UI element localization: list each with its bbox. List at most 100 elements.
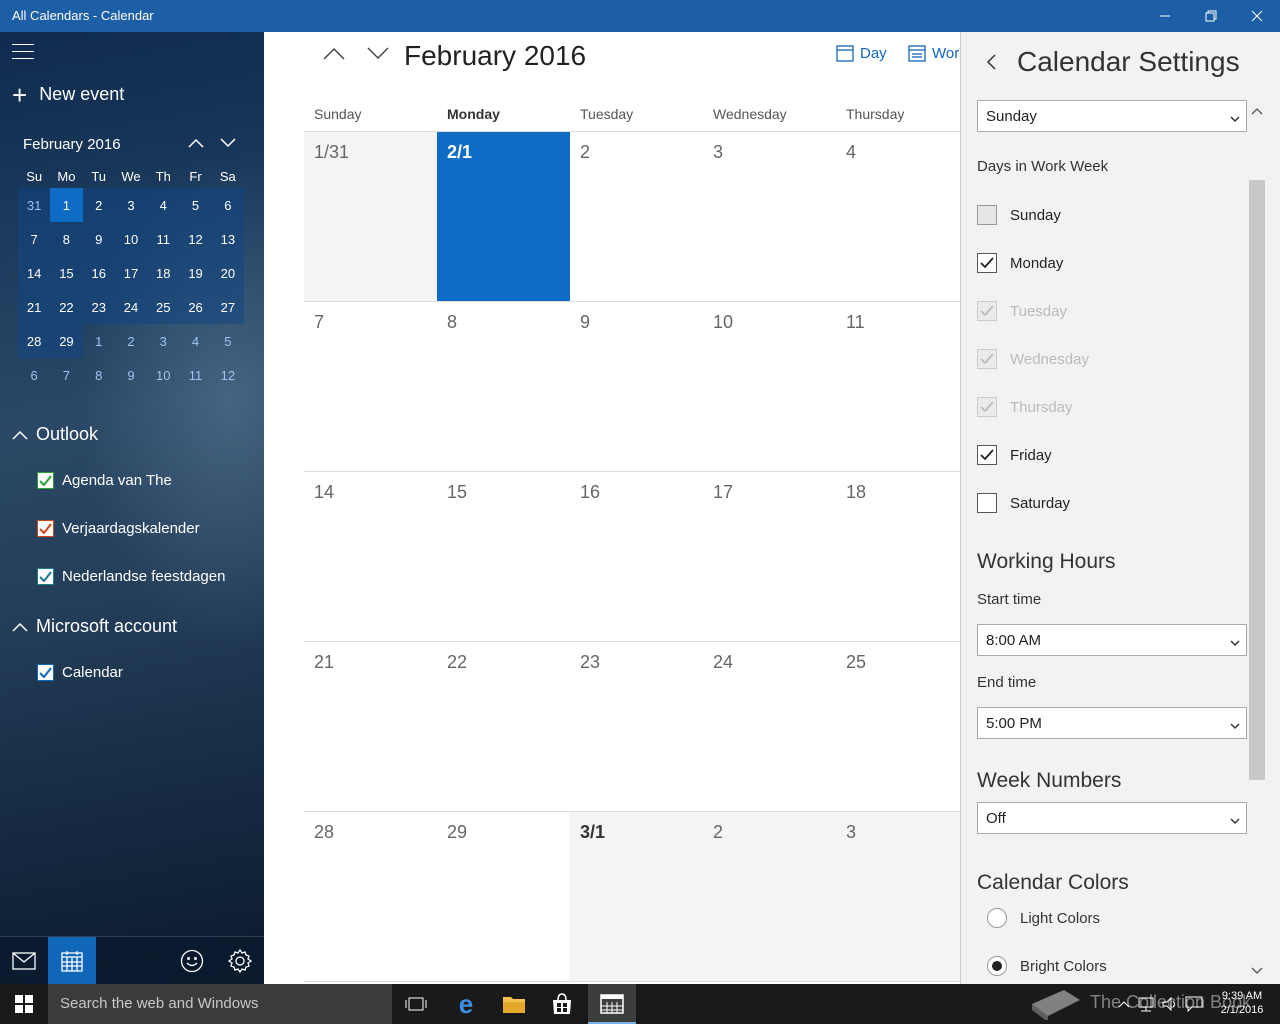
bright-colors-radio[interactable]: Bright Colors [987, 956, 1107, 976]
calendar-day-cell[interactable]: 15 [437, 472, 570, 641]
calendar-day-cell[interactable]: 7 [304, 302, 437, 471]
workday-checkbox-friday[interactable]: Friday [977, 445, 1052, 465]
mini-calendar-day[interactable]: 13 [211, 222, 244, 256]
mini-calendar-day[interactable]: 4 [147, 188, 180, 222]
mini-calendar-day[interactable]: 9 [115, 358, 147, 392]
mini-calendar-day[interactable]: 3 [114, 188, 148, 222]
calendar-item[interactable]: Calendar [37, 664, 123, 681]
mini-calendar-day[interactable]: 25 [147, 290, 180, 324]
edge-browser-button[interactable]: e [442, 984, 490, 1024]
calendar-day-cell[interactable]: 28 [304, 812, 437, 981]
close-button[interactable] [1234, 0, 1280, 32]
calendar-checkbox[interactable] [37, 520, 54, 537]
mini-calendar-day[interactable]: 8 [83, 358, 115, 392]
calendar-day-cell[interactable]: 16 [570, 472, 703, 641]
mail-button[interactable] [0, 937, 48, 984]
calendar-day-cell[interactable]: 18 [836, 472, 960, 641]
mini-calendar-day[interactable]: 15 [50, 256, 83, 290]
calendar-app-button[interactable] [48, 937, 96, 984]
next-month-button[interactable] [366, 44, 390, 67]
calendar-item[interactable]: Nederlandse feestdagen [37, 568, 225, 585]
calendar-day-cell[interactable]: 14 [304, 472, 437, 641]
calendar-day-cell[interactable]: 10 [703, 302, 836, 471]
calendar-day-cell[interactable]: 2/1 [437, 132, 570, 301]
mini-calendar-day[interactable]: 5 [179, 188, 212, 222]
mini-calendar-day[interactable]: 11 [147, 222, 180, 256]
mini-calendar-day[interactable]: 28 [18, 324, 51, 358]
mini-calendar-day[interactable]: 20 [211, 256, 244, 290]
calendar-day-cell[interactable]: 2 [703, 812, 836, 981]
mini-calendar-day[interactable]: 5 [212, 324, 244, 358]
mini-calendar-next-button[interactable] [219, 136, 237, 154]
week-numbers-select[interactable]: Off [977, 802, 1247, 834]
mini-calendar-day[interactable]: 16 [82, 256, 115, 290]
feedback-button[interactable] [168, 937, 216, 984]
mini-calendar-day[interactable]: 6 [18, 358, 50, 392]
mini-calendar-prev-button[interactable] [187, 136, 205, 154]
mini-calendar-day[interactable]: 3 [147, 324, 179, 358]
day-view-button[interactable]: Day [836, 44, 887, 62]
mini-calendar-day[interactable]: 4 [179, 324, 211, 358]
calendar-day-cell[interactable]: 3 [836, 812, 960, 981]
workday-checkbox-monday[interactable]: Monday [977, 253, 1063, 273]
calendar-day-cell[interactable]: 17 [703, 472, 836, 641]
mini-calendar-day[interactable]: 10 [147, 358, 179, 392]
hamburger-menu-icon[interactable] [12, 44, 34, 60]
mini-calendar-day[interactable]: 1 [83, 324, 115, 358]
mini-calendar-day[interactable]: 14 [18, 256, 51, 290]
mini-calendar-day[interactable]: 22 [50, 290, 83, 324]
store-button[interactable] [538, 984, 586, 1024]
calendar-day-cell[interactable]: 21 [304, 642, 437, 811]
mini-calendar-day[interactable]: 11 [179, 358, 211, 392]
mini-calendar-day[interactable]: 18 [147, 256, 180, 290]
scroll-down-button[interactable] [1251, 962, 1263, 980]
settings-button[interactable] [216, 937, 264, 984]
end-time-select[interactable]: 5:00 PM [977, 707, 1247, 739]
mini-calendar-day[interactable]: 7 [50, 358, 82, 392]
calendar-checkbox[interactable] [37, 664, 54, 681]
calendar-day-cell[interactable]: 2 [570, 132, 703, 301]
minimize-button[interactable] [1142, 0, 1188, 32]
calendar-day-cell[interactable]: 3/1 [570, 812, 703, 981]
mini-calendar-day[interactable]: 8 [50, 222, 83, 256]
prev-month-button[interactable] [322, 44, 346, 67]
mini-calendar-day[interactable]: 17 [114, 256, 148, 290]
mini-calendar-day[interactable]: 19 [179, 256, 212, 290]
mini-calendar-day[interactable]: 7 [18, 222, 51, 256]
first-day-of-week-select[interactable]: Sunday [977, 100, 1247, 132]
mini-calendar-day[interactable]: 2 [82, 188, 115, 222]
workday-checkbox-sunday[interactable]: Sunday [977, 205, 1061, 225]
start-button[interactable] [0, 984, 48, 1024]
calendar-day-cell[interactable]: 24 [703, 642, 836, 811]
mini-calendar-day[interactable]: 31 [18, 188, 51, 222]
mini-calendar-day[interactable]: 29 [50, 324, 83, 358]
task-view-button[interactable] [392, 984, 440, 1024]
mini-calendar-month[interactable]: February 2016 [23, 136, 121, 153]
mini-calendar-day[interactable]: 6 [211, 188, 244, 222]
mini-calendar-day[interactable]: 24 [114, 290, 148, 324]
mini-calendar-day[interactable]: 1 [50, 188, 83, 222]
file-explorer-button[interactable] [490, 984, 538, 1024]
calendar-day-cell[interactable]: 4 [836, 132, 960, 301]
light-colors-radio[interactable]: Light Colors [987, 908, 1100, 928]
calendar-day-cell[interactable]: 25 [836, 642, 960, 811]
workday-checkbox-saturday[interactable]: Saturday [977, 493, 1070, 513]
mini-calendar-day[interactable]: 2 [115, 324, 147, 358]
calendar-day-cell[interactable]: 23 [570, 642, 703, 811]
mini-calendar-day[interactable]: 12 [179, 222, 212, 256]
scroll-up-button[interactable] [1251, 102, 1263, 120]
calendar-taskbar-button[interactable] [588, 984, 636, 1024]
calendar-day-cell[interactable]: 11 [836, 302, 960, 471]
calendar-item[interactable]: Verjaardagskalender [37, 520, 200, 537]
mini-calendar-day[interactable]: 21 [18, 290, 51, 324]
calendar-day-cell[interactable]: 3 [703, 132, 836, 301]
mini-calendar-day[interactable]: 10 [114, 222, 148, 256]
mini-calendar-day[interactable]: 9 [82, 222, 115, 256]
work-week-view-button[interactable]: Work [908, 44, 960, 62]
mini-calendar-day[interactable]: 12 [212, 358, 244, 392]
restore-button[interactable] [1188, 0, 1234, 32]
scrollbar-thumb[interactable] [1249, 180, 1265, 780]
group-header-microsoft-account[interactable]: Microsoft account [12, 616, 177, 637]
group-header-outlook[interactable]: Outlook [12, 424, 98, 445]
calendar-checkbox[interactable] [37, 472, 54, 489]
